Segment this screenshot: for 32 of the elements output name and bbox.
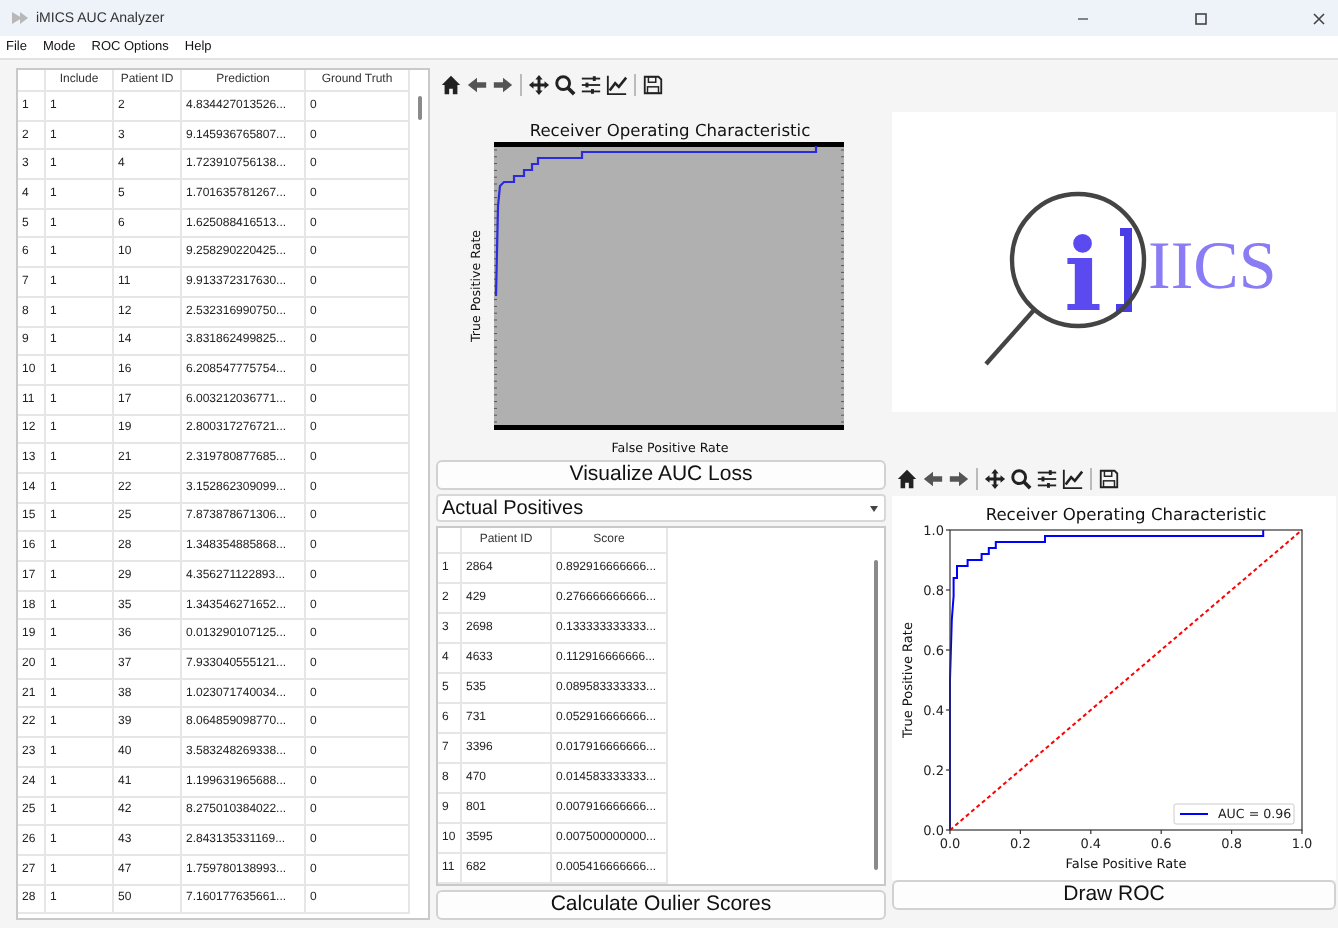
magnifier-icon (984, 191, 1147, 366)
logo-text: IICS (1148, 230, 1277, 304)
caret-icon (870, 505, 878, 511)
sliders-icon[interactable] (580, 74, 602, 96)
move-icon[interactable] (984, 468, 1006, 490)
chart-title: Receiver Operating Characteristic (985, 504, 1267, 524)
home-icon[interactable] (440, 74, 462, 96)
bracket-mark (1116, 228, 1132, 312)
back-arrow-icon[interactable] (922, 468, 944, 490)
home-icon[interactable] (896, 468, 918, 490)
logo-letter: i (1064, 216, 1102, 334)
forward-arrow-icon[interactable] (492, 74, 514, 96)
sliders-icon[interactable] (1036, 468, 1058, 490)
scrollbar-thumb[interactable] (873, 560, 877, 870)
back-arrow-icon[interactable] (466, 74, 488, 96)
save-icon[interactable] (642, 74, 664, 96)
line-chart-icon[interactable] (1062, 468, 1084, 490)
visualize-button[interactable]: Visualize AUC Loss (436, 460, 886, 490)
zoom-icon[interactable] (1010, 468, 1032, 490)
forward-arrow-icon[interactable] (948, 468, 970, 490)
draw-roc-button[interactable]: Draw ROC (892, 880, 1336, 910)
outlier-button[interactable]: Calculate Oulier Scores (436, 890, 886, 920)
maximize-icon[interactable] (1194, 11, 1208, 25)
line-chart-icon[interactable] (606, 74, 628, 96)
plot-title: Receiver Operating Characteristic (529, 120, 811, 140)
zoom-icon[interactable] (554, 74, 576, 96)
save-icon[interactable] (1098, 468, 1120, 490)
close-icon[interactable] (1312, 11, 1326, 25)
move-icon[interactable] (528, 74, 550, 96)
dropdown[interactable]: Actual Positives (436, 494, 886, 522)
app-icon (12, 12, 28, 24)
scrollbar-thumb[interactable] (417, 96, 421, 120)
